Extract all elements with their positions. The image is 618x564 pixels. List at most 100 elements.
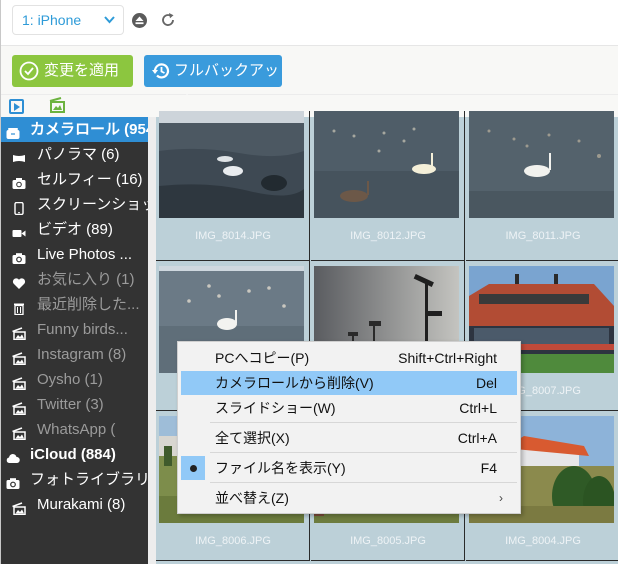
photo-thumbnail: [314, 111, 459, 218]
live-photo-camera-icon: [12, 248, 26, 264]
sidebar-item-label: Oysho (1): [37, 371, 103, 388]
phone-screenshot-icon: [12, 198, 26, 216]
camera-icon: [6, 473, 20, 489]
sidebar-item-label: スクリーンショッ...: [37, 196, 148, 213]
sidebar-item-label: Murakami (8): [37, 496, 126, 513]
photo-album-icon[interactable]: [49, 97, 65, 113]
context-menu-item[interactable]: 全て選択(X) Ctrl+A: [181, 426, 517, 450]
photo-filename: IMG_8012.JPG: [350, 230, 426, 242]
context-menu-item[interactable]: カメラロールから削除(V) Del: [181, 371, 517, 395]
sidebar-item[interactable]: ビデオ (89): [1, 217, 148, 242]
sidebar-item[interactable]: セルフィー (16): [1, 167, 148, 192]
sidebar-item[interactable]: カメラロール (954): [1, 117, 148, 142]
device-select-value: 1: iPhone: [22, 12, 82, 28]
context-menu-item[interactable]: ファイル名を表示(Y) F4: [181, 456, 517, 480]
sidebar-item-label: フォトライブラリ (: [30, 471, 148, 488]
sidebar-item-label: iCloud (884): [30, 446, 116, 463]
video-camera-icon: [12, 223, 26, 237]
sidebar-item[interactable]: パノラマ (6): [1, 142, 148, 167]
context-menu-separator: [210, 422, 517, 423]
refresh-icon[interactable]: [160, 12, 176, 28]
sidebar-item[interactable]: Funny birds...: [1, 317, 148, 342]
selfie-camera-icon: [12, 173, 26, 189]
context-menu-item[interactable]: PCへコピー(P) Shift+Ctrl+Right: [181, 346, 517, 370]
photo-thumbnail: [469, 111, 614, 218]
context-menu-label: スライドショー(W): [215, 400, 336, 416]
sidebar-item[interactable]: Twitter (3): [1, 392, 148, 417]
sidebar-item[interactable]: WhatsApp (: [1, 417, 148, 442]
context-menu-item[interactable]: 並べ替え(Z) ›: [181, 486, 517, 510]
album-icon: [12, 348, 26, 366]
sidebar-item-label: パノラマ (6): [37, 146, 120, 163]
sidebar-item-label: Live Photos ...: [37, 246, 133, 263]
radio-dot-icon: [181, 456, 205, 480]
context-menu-label: カメラロールから削除(V): [215, 375, 374, 391]
photo-thumbnail: [159, 111, 304, 218]
apply-changes-button[interactable]: 変更を適用: [12, 55, 133, 87]
device-bar: 1: iPhone: [1, 0, 618, 46]
video-play-icon[interactable]: [9, 99, 24, 114]
device-select[interactable]: 1: iPhone: [12, 5, 124, 35]
context-menu-shortcut: Shift+Ctrl+Right: [398, 350, 497, 366]
trash-icon: [12, 298, 26, 316]
cloud-icon: [6, 448, 20, 463]
album-icon: [12, 423, 26, 441]
sidebar-item[interactable]: フォトライブラリ (: [1, 467, 148, 492]
album-icon: [12, 398, 26, 416]
context-menu-label: 全て選択(X): [215, 430, 290, 446]
photo-filename: IMG_8005.JPG: [350, 535, 426, 547]
sidebar-item[interactable]: Live Photos ...: [1, 242, 148, 267]
photo-filename: IMG_8006.JPG: [195, 535, 271, 547]
check-circle-icon: [19, 61, 39, 81]
sidebar-item-label: ビデオ (89): [37, 221, 113, 238]
context-menu-label: ファイル名を表示(Y): [215, 460, 346, 476]
sidebar-item-label: Instagram (8): [37, 346, 127, 363]
eject-icon[interactable]: [132, 13, 147, 28]
toolbar: 変更を適用 フルバックアップ: [1, 46, 618, 111]
photo-filename: IMG_8004.JPG: [505, 535, 581, 547]
context-menu-shortcut: Ctrl+A: [457, 430, 497, 446]
sidebar-item-label: WhatsApp (: [37, 421, 116, 438]
context-menu: PCへコピー(P) Shift+Ctrl+Right カメラロールから削除(V) De…: [177, 341, 521, 514]
history-icon: [151, 61, 171, 81]
apply-changes-label: 変更を適用: [44, 62, 120, 79]
chevron-down-icon: [104, 6, 115, 45]
full-backup-button[interactable]: フルバックアップ: [144, 55, 282, 111]
context-menu-label: PCへコピー(P): [215, 350, 310, 366]
heart-icon: [12, 273, 26, 289]
context-menu-item[interactable]: スライドショー(W) Ctrl+L: [181, 396, 517, 420]
sidebar-item-label: お気に入り (1): [37, 271, 135, 288]
photo-filename: IMG_8014.JPG: [195, 230, 271, 242]
sidebar-item-label: セルフィー (16): [37, 171, 143, 188]
camera-roll-icon: [6, 123, 20, 139]
context-menu-shortcut: F4: [480, 460, 497, 476]
sidebar-item[interactable]: Oysho (1): [1, 367, 148, 392]
context-menu-shortcut: Del: [475, 375, 497, 391]
sidebar-item[interactable]: Murakami (8): [1, 492, 148, 517]
photo-tile[interactable]: IMG_8012.JPG: [311, 111, 465, 261]
sidebar-item[interactable]: スクリーンショッ...: [1, 192, 148, 217]
sidebar-item[interactable]: iCloud (884): [1, 442, 148, 467]
album-icon: [12, 323, 26, 341]
sidebar-item-label: カメラロール (954): [30, 121, 148, 138]
context-menu-separator: [210, 482, 517, 483]
album-icon: [12, 498, 26, 516]
sidebar: カメラロール (954) パノラマ (6) セルフィー (16) スクリーンショッ..…: [1, 117, 148, 564]
context-menu-separator: [210, 452, 517, 453]
context-menu-label: 並べ替え(Z): [215, 490, 289, 506]
photo-tile[interactable]: IMG_8011.JPG: [466, 111, 618, 261]
context-menu-shortcut: Ctrl+L: [459, 400, 497, 416]
sidebar-item[interactable]: 最近削除した...: [1, 292, 148, 317]
album-icon: [12, 373, 26, 391]
sidebar-item[interactable]: Instagram (8): [1, 342, 148, 367]
photo-tile[interactable]: IMG_8014.JPG: [156, 111, 310, 261]
app-window: 1: iPhone 変更を適用 フルバックアップ: [0, 0, 618, 564]
sidebar-item-label: Twitter (3): [37, 396, 104, 413]
sidebar-item-label: 最近削除した...: [37, 296, 140, 313]
chevron-right-icon: ›: [499, 491, 503, 505]
panorama-icon: [12, 148, 26, 162]
sidebar-item[interactable]: お気に入り (1): [1, 267, 148, 292]
photo-filename: IMG_8011.JPG: [505, 230, 581, 242]
sidebar-item-label: Funny birds...: [37, 321, 128, 338]
sidebar-splitter[interactable]: [148, 117, 156, 564]
